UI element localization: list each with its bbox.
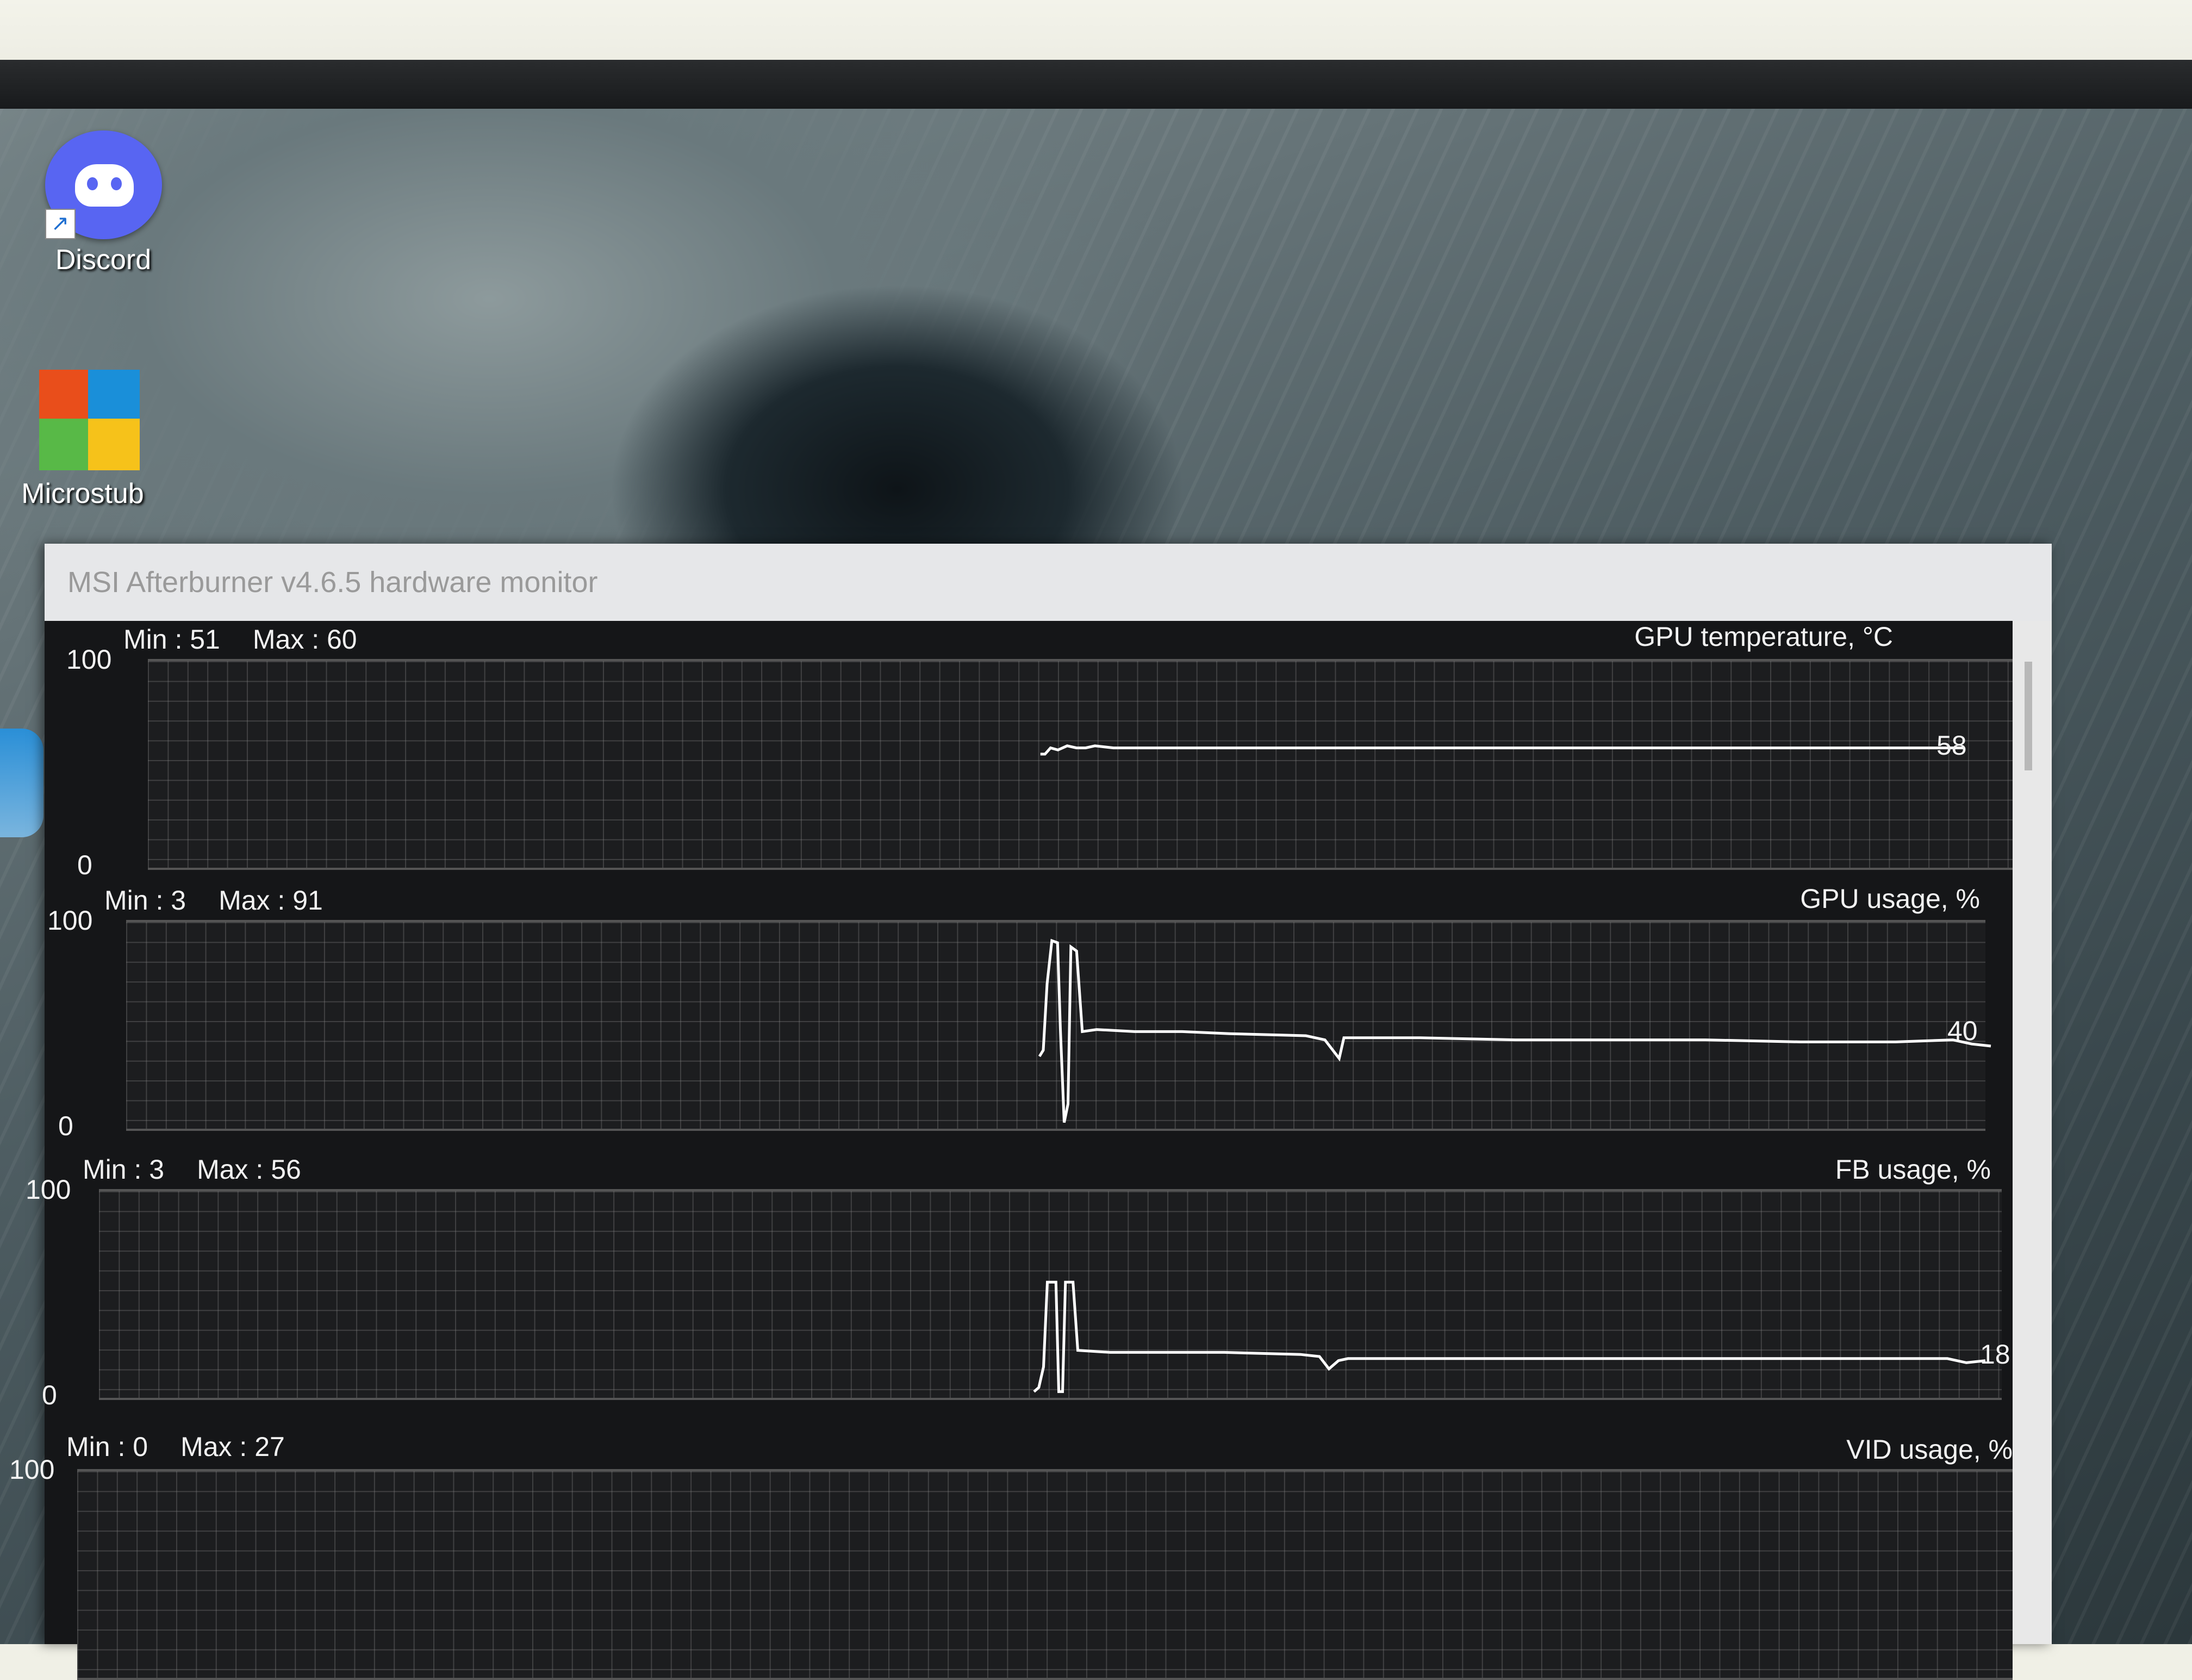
- graph-max: Max : 60: [252, 624, 357, 655]
- graph-y-min: 0: [58, 1111, 73, 1141]
- partial-desktop-icon[interactable]: [0, 729, 43, 837]
- desktop-icon-microstub[interactable]: Microstub: [12, 364, 153, 510]
- graph-series-line: [1038, 938, 1991, 1123]
- graph-minmax: Min : 3 Max : 56: [83, 1154, 334, 1185]
- graph-title: GPU temperature, °C: [1634, 621, 1893, 652]
- graph-line-gpu-usage: [1038, 938, 1991, 1123]
- graph-y-max: 100: [66, 644, 112, 675]
- graph-min: Min : 3: [104, 885, 186, 916]
- graph-max: Max : 91: [219, 885, 323, 916]
- graph-min: Min : 51: [123, 624, 220, 655]
- graph-title: FB usage, %: [1835, 1154, 1991, 1185]
- graph-line-fb-usage: [1033, 1280, 1986, 1393]
- window-title: MSI Afterburner v4.6.5 hardware monitor: [67, 566, 598, 599]
- graph-title: GPU usage, %: [1800, 883, 1980, 914]
- discord-icon: ↗: [45, 130, 162, 239]
- desktop-icon-discord[interactable]: ↗ Discord: [33, 130, 174, 276]
- graph-current-value: 40: [1947, 1016, 1978, 1046]
- graph-panel-vid-usage[interactable]: Min : 0 Max : 27 VID usage, % 100: [9, 1431, 2013, 1680]
- scrollbar-thumb[interactable]: [2025, 662, 2032, 770]
- graph-y-min: 0: [42, 1380, 57, 1410]
- graph-line-gpu-temperature: [1040, 744, 1964, 756]
- graph-max: Max : 56: [197, 1154, 301, 1185]
- graph-minmax: Min : 51 Max : 60: [123, 624, 390, 655]
- graph-y-max: 100: [9, 1454, 55, 1485]
- graph-current-value: 58: [1936, 730, 1967, 761]
- desktop-icon-label: Microstub: [21, 478, 144, 509]
- graph-area: Min : 51 Max : 60 GPU temperature, °C 100…: [9, 621, 2018, 1680]
- graph-plot-area: [126, 920, 1991, 1131]
- monitor-bezel: [0, 60, 2192, 111]
- graph-min: Min : 3: [83, 1154, 165, 1185]
- graph-plot-area: [77, 1469, 2013, 1680]
- afterburner-monitor-window[interactable]: MSI Afterburner v4.6.5 hardware monitor …: [9, 544, 2052, 1680]
- graph-panel-gpu-usage[interactable]: Min : 3 Max : 91 GPU usage, % 100 0 40: [45, 882, 2013, 1151]
- graph-max: Max : 27: [180, 1432, 285, 1462]
- window-scrollbar[interactable]: [2013, 621, 2052, 1644]
- graph-minmax: Min : 0 Max : 27: [66, 1431, 317, 1463]
- graph-panel-fb-usage[interactable]: Min : 3 Max : 56 FB usage, % 100 0 18: [26, 1151, 2013, 1420]
- avg-icon: [28, 364, 140, 473]
- graph-plot-area: [99, 1189, 2002, 1400]
- graph-minmax: Min : 3 Max : 91: [104, 885, 356, 916]
- graph-series-line: [1040, 744, 1964, 756]
- graph-title: VID usage, %: [1846, 1434, 2013, 1465]
- graph-current-value: 18: [1980, 1339, 2010, 1370]
- shortcut-arrow-icon: ↗: [45, 209, 76, 239]
- graph-panel-gpu-temperature[interactable]: Min : 51 Max : 60 GPU temperature, °C 100…: [45, 621, 2018, 890]
- graph-min: Min : 0: [66, 1432, 148, 1462]
- graph-y-max: 100: [26, 1174, 71, 1205]
- graph-y-max: 100: [47, 905, 93, 936]
- graph-plot-area: [148, 659, 2018, 870]
- desktop-icon-label: Discord: [55, 244, 152, 276]
- graph-y-min: 0: [77, 850, 92, 880]
- graph-series-line: [1033, 1280, 1986, 1393]
- window-titlebar[interactable]: MSI Afterburner v4.6.5 hardware monitor: [45, 544, 2052, 621]
